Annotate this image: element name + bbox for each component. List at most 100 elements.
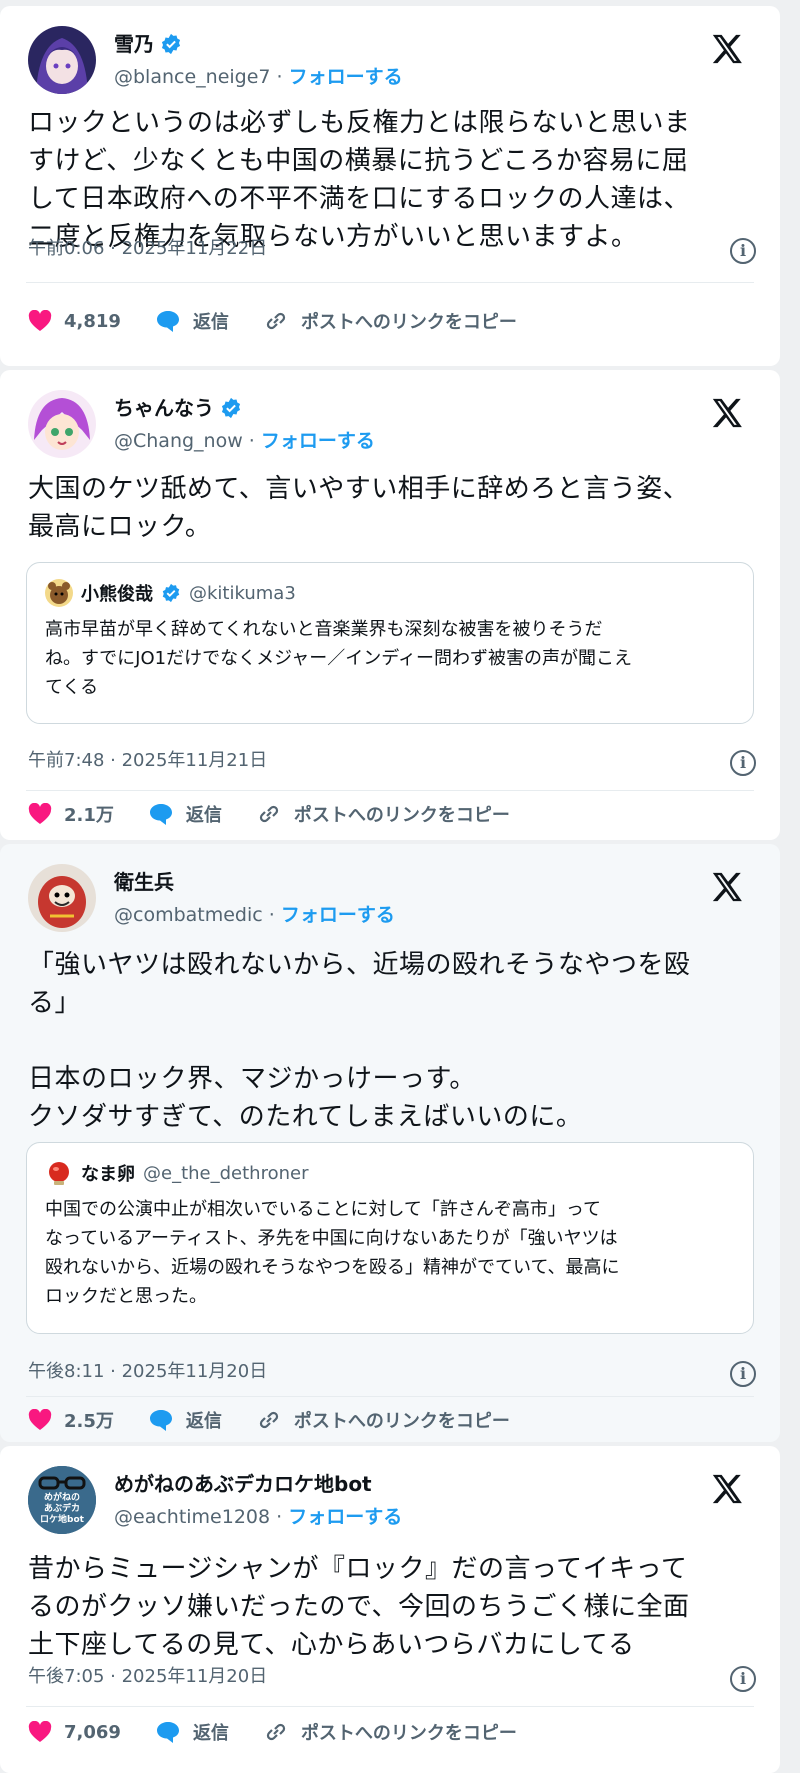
avatar-text: あぶデカ: [44, 1502, 80, 1514]
reply-label: 返信: [185, 1411, 222, 1432]
x-logo-icon[interactable]: [710, 870, 744, 904]
user-handle[interactable]: @blance_neige7 ·: [114, 66, 289, 88]
link-icon: [259, 1411, 279, 1429]
reply-bubble-icon: [149, 1410, 172, 1431]
post-timestamp[interactable]: 午後8:11 · 2025年11月20日: [28, 1359, 267, 1385]
quoted-avatar: [45, 1159, 73, 1187]
link-icon: [259, 805, 279, 823]
like-button[interactable]: 7,069: [28, 1721, 121, 1743]
post-header: 雪乃 @blance_neige7 · フォローする: [28, 26, 760, 96]
quoted-handle: @kitikuma3: [189, 582, 296, 604]
follow-button[interactable]: フォローする: [281, 904, 395, 926]
reply-label: 返信: [192, 312, 229, 333]
action-bar: 2.1万 返信 ポストへのリンクをコピー: [28, 798, 544, 830]
quoted-text: 中国での公演中止が相次いでいることに対して「許さんぞ高市」って なっているアーテ…: [45, 1199, 620, 1307]
reply-bubble-icon: [156, 1722, 179, 1743]
like-count: 4,819: [64, 310, 121, 332]
avatar-text: めがねの: [44, 1491, 80, 1503]
divider: [26, 790, 754, 791]
copy-link-label: ポストへのリンクをコピー: [293, 805, 510, 826]
post-card-2: ちゃんなう @Chang_now · フォローする 大国のケツ舐めて、言いやすい…: [0, 370, 780, 840]
reply-button[interactable]: 返信: [155, 308, 229, 334]
heart-icon: [28, 310, 52, 331]
quoted-handle: @e_the_dethroner: [143, 1162, 309, 1184]
verified-badge-icon: [221, 397, 241, 419]
copy-link-label: ポストへのリンクをコピー: [300, 1723, 517, 1744]
display-name[interactable]: 衛生兵: [114, 868, 174, 896]
avatar[interactable]: [28, 864, 96, 932]
avatar-text: ロケ地bot: [40, 1513, 85, 1525]
copy-link-button[interactable]: ポストへのリンクをコピー: [256, 1407, 510, 1433]
display-name[interactable]: めがねのあぶデカロケ地bot: [114, 1470, 372, 1498]
reply-bubble-icon: [149, 804, 172, 825]
copy-link-button[interactable]: ポストへのリンクをコピー: [263, 1719, 517, 1745]
like-button[interactable]: 2.5万: [28, 1407, 114, 1433]
like-count: 2.1万: [64, 805, 114, 826]
reply-label: 返信: [185, 805, 222, 826]
post-timestamp[interactable]: 午後7:05 · 2025年11月20日: [28, 1664, 267, 1690]
user-handle[interactable]: @Chang_now ·: [114, 430, 261, 452]
post-text: 昔からミュージシャンが『ロック』だの言ってイキって るのがクッソ嫌いだったので、…: [28, 1554, 690, 1660]
author-block: 衛生兵 @combatmedic · フォローする: [114, 868, 395, 930]
author-block: めがねのあぶデカロケ地bot @eachtime1208 · フォローする: [114, 1470, 402, 1532]
reply-bubble-icon: [156, 311, 179, 332]
follow-button[interactable]: フォローする: [261, 430, 375, 452]
reply-button[interactable]: 返信: [148, 801, 222, 827]
divider: [26, 282, 754, 283]
quoted-post[interactable]: 小熊俊哉 @kitikuma3 高市早苗が早く辞めてくれないと音楽業界も深刻な被…: [26, 562, 754, 724]
action-bar: 2.5万 返信 ポストへのリンクをコピー: [28, 1404, 544, 1436]
post-text: 大国のケツ舐めて、言いやすい相手に辞めろと言う姿、 最高にロック。: [28, 474, 690, 542]
heart-icon: [28, 1721, 52, 1742]
post-text: ロックというのは必ずしも反権力とは限らないと思いま すけど、少なくとも中国の横暴…: [28, 108, 691, 252]
user-handle[interactable]: @combatmedic ·: [114, 904, 281, 926]
post-timestamp[interactable]: 午前0:06 · 2025年11月22日: [28, 236, 267, 262]
avatar[interactable]: めがねの あぶデカ ロケ地bot: [28, 1466, 96, 1534]
follow-button[interactable]: フォローする: [288, 1506, 402, 1528]
display-name[interactable]: ちゃんなう: [114, 394, 214, 422]
post-text: 「強いヤツは殴れないから、近場の殴れそうなやつを殴 る」 日本のロック界、マジか…: [28, 950, 691, 1132]
info-icon[interactable]: i: [730, 750, 756, 776]
heart-icon: [28, 803, 52, 824]
reply-button[interactable]: 返信: [155, 1719, 229, 1745]
info-icon[interactable]: i: [730, 1666, 756, 1692]
user-handle[interactable]: @eachtime1208 ·: [114, 1506, 288, 1528]
reply-label: 返信: [192, 1723, 229, 1744]
divider: [26, 1706, 754, 1707]
heart-icon: [28, 1409, 52, 1430]
quoted-text: 高市早苗が早く辞めてくれないと音楽業界も深刻な被害を被りそうだ ね。すでにJO1…: [45, 619, 632, 698]
post-card-3: 衛生兵 @combatmedic · フォローする 「強いヤツは殴れないから、近…: [0, 844, 780, 1442]
like-button[interactable]: 4,819: [28, 310, 121, 332]
post-card-4: めがねの あぶデカ ロケ地bot めがねのあぶデカロケ地bot @eachtim…: [0, 1446, 780, 1773]
post-card-1: 雪乃 @blance_neige7 · フォローする ロックというのは必ずしも反…: [0, 6, 780, 366]
post-timestamp[interactable]: 午前7:48 · 2025年11月21日: [28, 748, 267, 774]
quoted-display-name: 小熊俊哉: [81, 584, 153, 605]
author-block: ちゃんなう @Chang_now · フォローする: [114, 394, 375, 456]
follow-button[interactable]: フォローする: [289, 66, 403, 88]
info-icon[interactable]: i: [730, 1361, 756, 1387]
like-count: 7,069: [64, 1721, 121, 1743]
link-icon: [266, 312, 286, 330]
link-icon: [266, 1723, 286, 1741]
post-header: ちゃんなう @Chang_now · フォローする: [28, 390, 760, 460]
avatar[interactable]: [28, 390, 96, 458]
post-header: 衛生兵 @combatmedic · フォローする: [28, 864, 760, 934]
divider: [26, 1396, 754, 1397]
copy-link-button[interactable]: ポストへのリンクをコピー: [256, 801, 510, 827]
like-button[interactable]: 2.1万: [28, 801, 114, 827]
x-logo-icon[interactable]: [710, 396, 744, 430]
copy-link-label: ポストへのリンクをコピー: [293, 1411, 510, 1432]
x-logo-icon[interactable]: [710, 32, 744, 66]
quoted-display-name: なま卵: [81, 1164, 135, 1185]
verified-badge-icon: [162, 583, 180, 603]
avatar[interactable]: [28, 26, 96, 94]
display-name[interactable]: 雪乃: [114, 30, 154, 58]
reply-button[interactable]: 返信: [148, 1407, 222, 1433]
copy-link-button[interactable]: ポストへのリンクをコピー: [263, 308, 517, 334]
like-count: 2.5万: [64, 1411, 114, 1432]
x-logo-icon[interactable]: [710, 1472, 744, 1506]
quoted-post[interactable]: なま卵 @e_the_dethroner 中国での公演中止が相次いでいることに対…: [26, 1142, 754, 1334]
copy-link-label: ポストへのリンクをコピー: [300, 312, 517, 333]
quoted-avatar: [45, 579, 73, 607]
info-icon[interactable]: i: [730, 238, 756, 264]
action-bar: 7,069 返信 ポストへのリンクをコピー: [28, 1716, 551, 1748]
